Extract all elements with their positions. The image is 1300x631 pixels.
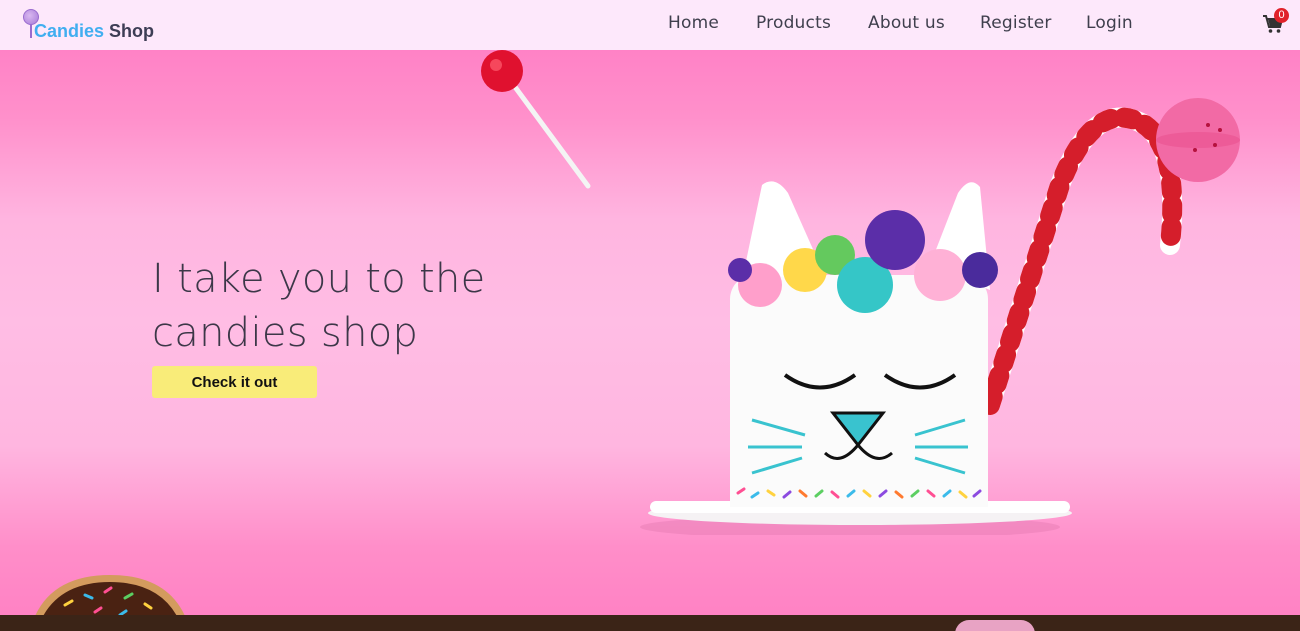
footer-strip <box>0 615 1300 631</box>
nav-about-link[interactable]: About us <box>868 13 945 33</box>
cart-count-badge: 0 <box>1274 8 1289 23</box>
hero-headline: I take you to the candies shop <box>152 252 572 360</box>
hero-headline-line-2: candies shop <box>152 310 419 356</box>
hero-headline-line-1: I take you to the <box>152 256 486 302</box>
nav-login-link[interactable]: Login <box>1086 13 1133 33</box>
nav-home-link[interactable]: Home <box>668 13 719 33</box>
check-it-out-button[interactable]: Check it out <box>152 366 317 398</box>
nav-products-link[interactable]: Products <box>756 13 831 33</box>
hero-banner: I take you to the candies shop Check it … <box>0 50 1300 615</box>
nav-menu: Home Products About us Register Login <box>0 13 1300 37</box>
donut-image <box>35 575 185 615</box>
top-navbar: Candies Shop Home Products About us Regi… <box>0 0 1300 50</box>
nav-register-link[interactable]: Register <box>980 13 1052 33</box>
lollipop-image <box>481 50 591 189</box>
cat-cake-image <box>640 98 1240 535</box>
macaron-peek-image <box>955 620 1035 631</box>
